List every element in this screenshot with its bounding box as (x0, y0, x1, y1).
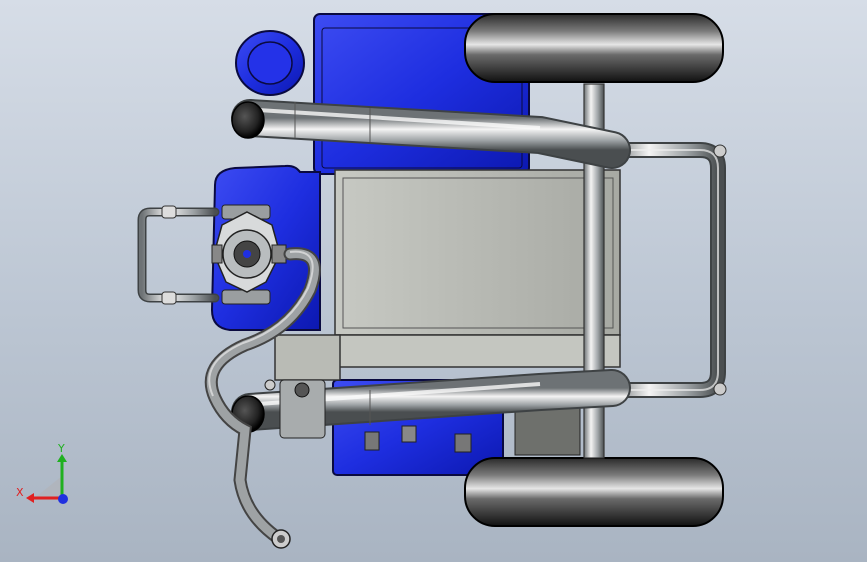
x-axis-label: X (16, 486, 24, 499)
lower-wheel (464, 457, 724, 527)
filter-cap (235, 30, 305, 96)
upper-wheel (464, 13, 724, 83)
coordinate-triad: X Y (16, 442, 68, 504)
sprayer-model-3d-view[interactable] (0, 0, 867, 562)
graphics-viewport[interactable]: X Y (0, 0, 867, 562)
upper-leg-tube (231, 99, 631, 169)
pump-carry-handle (137, 205, 220, 305)
cart-handle-frame (604, 142, 727, 398)
y-axis-label: Y (57, 442, 65, 455)
z-axis-dot (58, 494, 68, 504)
